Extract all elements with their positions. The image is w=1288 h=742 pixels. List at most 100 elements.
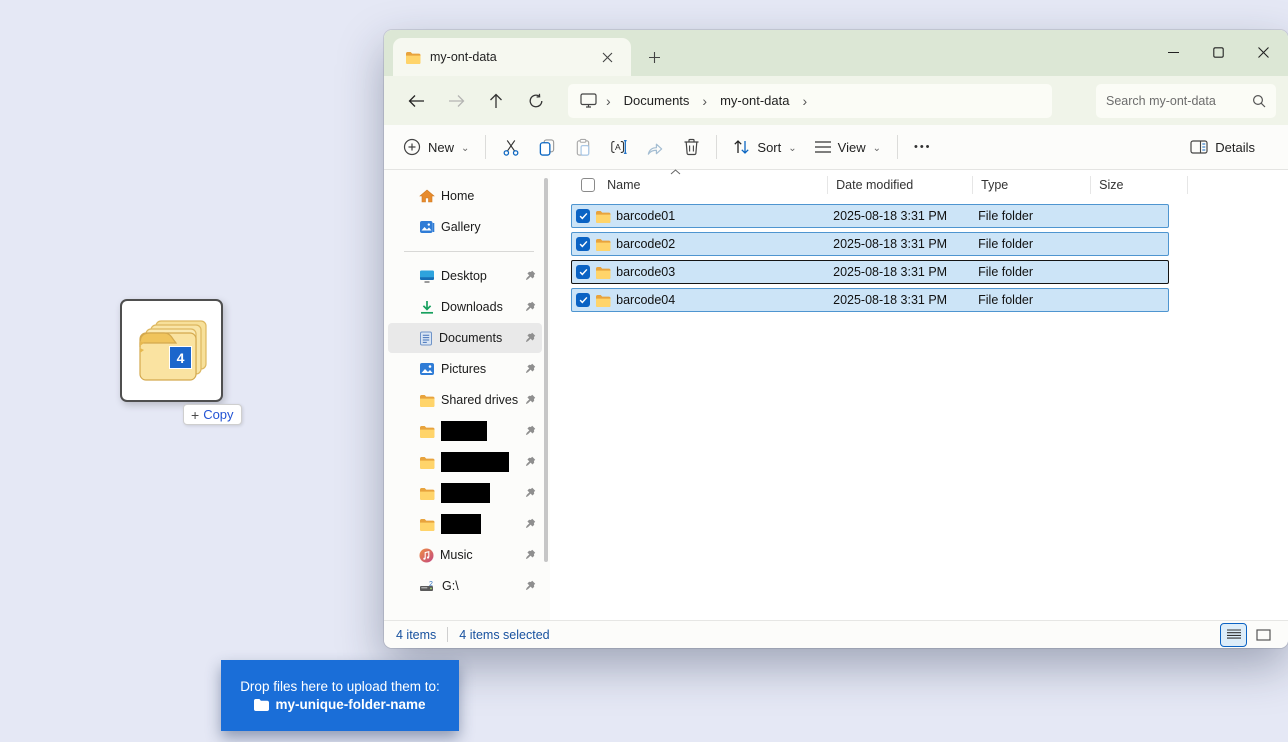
music-icon	[419, 548, 434, 563]
gallery-icon	[419, 220, 435, 234]
search-icon[interactable]	[1252, 94, 1266, 108]
paste-icon[interactable]	[565, 129, 601, 165]
tab-bar: my-ont-data	[384, 30, 1288, 76]
content-area: Home Gallery Desktop Downloads Documents	[384, 170, 1288, 620]
pin-icon	[524, 363, 536, 375]
sort-button[interactable]: Sort ⌄	[724, 129, 805, 165]
drag-ghost[interactable]: 4	[120, 299, 223, 402]
sidebar-item-desktop[interactable]: Desktop	[388, 261, 542, 291]
breadcrumb-my-ont-data[interactable]: my-ont-data	[716, 91, 793, 110]
row-checkbox-checked[interactable]	[576, 237, 590, 251]
share-icon[interactable]	[637, 129, 673, 165]
pin-icon	[524, 394, 536, 406]
select-all-checkbox[interactable]	[581, 178, 595, 192]
folder-icon	[254, 699, 269, 711]
chevron-down-icon: ⌄	[788, 143, 796, 154]
divider	[716, 135, 717, 159]
details-button[interactable]: Details	[1181, 129, 1264, 165]
redacted-label	[441, 452, 509, 472]
details-view-toggle-icon[interactable]	[1221, 624, 1246, 646]
thumbnail-view-toggle-icon[interactable]	[1251, 624, 1276, 646]
tab-close-icon[interactable]	[595, 45, 619, 69]
file-explorer-window: my-ont-data	[384, 30, 1288, 648]
sidebar-item-label: Downloads	[441, 300, 518, 314]
search-input[interactable]	[1106, 94, 1252, 108]
folder-icon	[419, 518, 435, 531]
file-rows: barcode01 2025-08-18 3:31 PM File folder…	[571, 204, 1288, 312]
chevron-right-icon: ›	[700, 94, 709, 108]
downloads-icon	[419, 300, 435, 315]
file-date: 2025-08-18 3:31 PM	[824, 209, 969, 223]
maximize-icon[interactable]	[1196, 30, 1241, 74]
column-header-date-modified[interactable]: Date modified	[828, 176, 973, 194]
column-header-size[interactable]: Size	[1091, 176, 1188, 194]
file-type: File folder	[969, 209, 1087, 223]
network-drive-icon: 2	[419, 579, 436, 593]
table-row-barcode02[interactable]: barcode02 2025-08-18 3:31 PM File folder	[571, 232, 1169, 256]
details-pane-icon	[1190, 140, 1208, 154]
sidebar-item-redacted[interactable]	[388, 509, 542, 539]
folder-icon	[595, 210, 611, 223]
sidebar-item-documents[interactable]: Documents	[388, 323, 542, 353]
view-button[interactable]: View ⌄	[806, 129, 890, 165]
sidebar-item-redacted[interactable]	[388, 447, 542, 477]
pin-icon	[524, 425, 536, 437]
sidebar-item-pictures[interactable]: Pictures	[388, 354, 542, 384]
refresh-icon[interactable]	[516, 83, 556, 119]
more-options-icon[interactable]: •••	[905, 129, 941, 165]
table-row-barcode03[interactable]: barcode03 2025-08-18 3:31 PM File folder	[571, 260, 1169, 284]
view-lines-icon	[815, 141, 831, 153]
this-pc-icon[interactable]	[580, 93, 597, 108]
minimize-icon[interactable]	[1151, 30, 1196, 74]
drop-folder-name: my-unique-folder-name	[275, 697, 425, 712]
sidebar-item-downloads[interactable]: Downloads	[388, 292, 542, 322]
folder-icon	[419, 456, 435, 469]
column-header-type[interactable]: Type	[973, 176, 1091, 194]
row-checkbox-checked[interactable]	[576, 293, 590, 307]
redacted-label	[441, 483, 490, 503]
sidebar-item-redacted[interactable]	[388, 416, 542, 446]
tab-my-ont-data[interactable]: my-ont-data	[393, 38, 631, 76]
back-icon[interactable]	[396, 83, 436, 119]
pin-icon	[524, 580, 536, 592]
sidebar-item-redacted[interactable]	[388, 478, 542, 508]
forward-icon[interactable]	[436, 83, 476, 119]
row-checkbox-checked[interactable]	[576, 265, 590, 279]
column-header-name[interactable]: Name	[571, 176, 828, 194]
copy-icon[interactable]	[529, 129, 565, 165]
table-row-barcode01[interactable]: barcode01 2025-08-18 3:31 PM File folder	[571, 204, 1169, 228]
rename-icon[interactable]: A	[601, 129, 637, 165]
sidebar: Home Gallery Desktop Downloads Documents	[384, 170, 550, 620]
sidebar-item-label: G:\	[442, 579, 518, 593]
table-row-barcode04[interactable]: barcode04 2025-08-18 3:31 PM File folder	[571, 288, 1169, 312]
sidebar-item-g-drive[interactable]: 2 G:\	[388, 571, 542, 601]
drag-count-badge: 4	[169, 346, 192, 369]
sidebar-item-home[interactable]: Home	[388, 181, 542, 211]
sidebar-item-label: Gallery	[441, 220, 536, 234]
desktop-icon	[419, 269, 435, 283]
folder-icon	[419, 487, 435, 500]
sidebar-item-music[interactable]: Music	[388, 540, 542, 570]
window-controls	[1151, 30, 1286, 74]
close-icon[interactable]	[1241, 30, 1286, 74]
new-tab-button[interactable]	[639, 42, 669, 72]
up-icon[interactable]	[476, 83, 516, 119]
sidebar-scrollbar[interactable]	[544, 178, 548, 562]
sidebar-item-shared-drives[interactable]: Shared drives	[388, 385, 542, 415]
drop-zone-banner[interactable]: Drop files here to upload them to: my-un…	[221, 660, 459, 731]
pin-icon	[524, 456, 536, 468]
documents-icon	[419, 331, 433, 346]
delete-icon[interactable]	[673, 129, 709, 165]
sidebar-item-label: Music	[440, 548, 518, 562]
pin-icon	[524, 487, 536, 499]
sort-ascending-caret-icon	[670, 169, 681, 175]
cut-icon[interactable]	[493, 129, 529, 165]
sidebar-item-gallery[interactable]: Gallery	[388, 212, 542, 242]
breadcrumb-documents[interactable]: Documents	[620, 91, 694, 110]
file-name: barcode01	[616, 209, 675, 223]
file-name: barcode04	[616, 293, 675, 307]
row-checkbox-checked[interactable]	[576, 209, 590, 223]
new-button[interactable]: New ⌄	[394, 129, 478, 165]
selected-count: 4 items selected	[459, 628, 549, 642]
breadcrumb: › Documents › my-ont-data ›	[568, 84, 1052, 118]
